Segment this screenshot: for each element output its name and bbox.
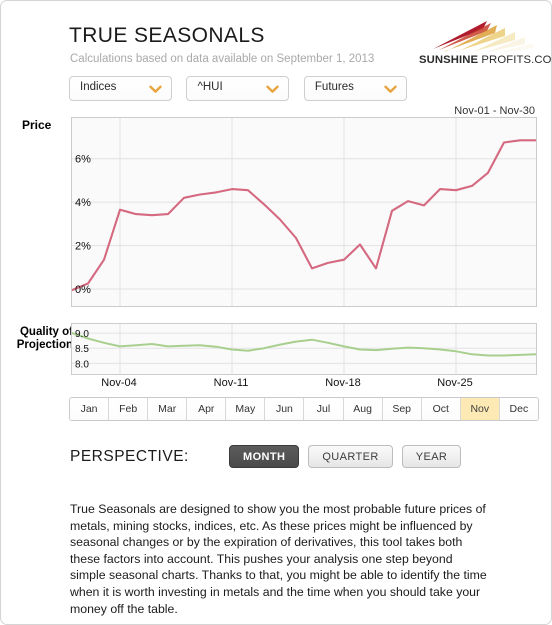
chevron-down-icon xyxy=(266,85,280,93)
month-item-mar[interactable]: Mar xyxy=(148,398,188,420)
month-item-dec[interactable]: Dec xyxy=(499,398,538,420)
price-series-line xyxy=(72,139,536,292)
filter-row: Indices ^HUI Futures xyxy=(69,76,417,101)
month-selector[interactable]: Jan Feb Mar Apr May Jun Jul Aug Sep Oct Nov Dec xyxy=(69,397,539,421)
quality-axis-title-line1: Quality of xyxy=(19,326,73,338)
svg-text:8.5: 8.5 xyxy=(75,344,89,355)
quality-series-line xyxy=(72,332,536,357)
price-chart: 0% 2% 4% 6% xyxy=(71,117,537,307)
svg-text:0%: 0% xyxy=(75,284,91,296)
quality-axis-title-line2: Projection xyxy=(16,339,73,351)
month-item-jul[interactable]: Jul xyxy=(304,398,344,420)
x-tick-nov-11: Nov-11 xyxy=(213,377,249,389)
select-symbol-value: ^HUI xyxy=(197,81,223,93)
month-item-jun[interactable]: Jun xyxy=(265,398,305,420)
month-item-apr[interactable]: Apr xyxy=(187,398,227,420)
perspective-label: PERSPECTIVE: xyxy=(70,448,189,465)
select-symbol[interactable]: ^HUI xyxy=(186,76,290,101)
page-title: TRUE SEASONALS xyxy=(69,24,265,47)
page-subtitle: Calculations based on data available on … xyxy=(70,53,375,65)
quality-axis-title: Quality of Projection xyxy=(15,326,73,352)
month-item-may[interactable]: May xyxy=(226,398,266,420)
month-item-jan[interactable]: Jan xyxy=(70,398,110,420)
quality-gridlines xyxy=(72,332,536,364)
x-tick-nov-25: Nov-25 xyxy=(437,377,473,389)
quality-chart: 8.0 8.5 9.0 xyxy=(71,323,537,375)
quality-vgridlines xyxy=(119,324,457,374)
select-market-type[interactable]: Futures xyxy=(303,76,407,101)
x-tick-nov-04: Nov-04 xyxy=(101,377,137,389)
perspective-button-group: MONTH QUARTER YEAR xyxy=(229,445,470,468)
x-tick-nov-18: Nov-18 xyxy=(325,377,361,389)
logo-rays-icon xyxy=(428,21,533,54)
x-axis-tick-labels: Nov-04 Nov-11 Nov-18 Nov-25 xyxy=(71,377,537,391)
perspective-button-quarter[interactable]: QUARTER xyxy=(308,445,393,468)
sunshine-profits-logo: SUNSHINE PROFITS.COM xyxy=(419,19,551,67)
svg-text:6%: 6% xyxy=(75,154,91,166)
svg-text:9.0: 9.0 xyxy=(75,329,89,340)
perspective-button-year[interactable]: YEAR xyxy=(401,445,462,468)
month-item-sep[interactable]: Sep xyxy=(382,398,422,420)
true-seasonals-widget: TRUE SEASONALS Calculations based on dat… xyxy=(0,0,552,625)
chevron-down-icon xyxy=(149,85,162,93)
svg-text:2%: 2% xyxy=(75,241,91,253)
price-chart-svg: 0% 2% 4% 6% xyxy=(72,118,536,306)
svg-text:8.0: 8.0 xyxy=(75,359,89,370)
price-axis-title: Price xyxy=(22,118,52,132)
logo-bold-text: SUNSHINE xyxy=(419,54,479,66)
price-gridlines xyxy=(72,158,536,290)
quality-ytick-labels: 8.0 8.5 9.0 xyxy=(75,329,89,370)
quality-chart-svg: 8.0 8.5 9.0 xyxy=(72,324,536,374)
select-asset-class-value: Indices xyxy=(80,81,117,93)
logo-wordmark: SUNSHINE PROFITS.COM xyxy=(419,54,552,66)
select-market-type-value: Futures xyxy=(314,81,354,93)
month-item-aug[interactable]: Aug xyxy=(343,398,383,420)
description-text: True Seasonals are designed to show you … xyxy=(70,502,487,616)
price-ytick-labels: 0% 2% 4% 6% xyxy=(75,154,91,296)
chevron-down-icon xyxy=(384,85,397,93)
perspective-button-month[interactable]: MONTH xyxy=(229,445,300,468)
month-item-nov[interactable]: Nov xyxy=(460,398,500,420)
svg-text:4%: 4% xyxy=(75,197,91,209)
logo-rest-text: PROFITS.COM xyxy=(481,54,552,66)
month-item-oct[interactable]: Oct xyxy=(421,398,461,420)
select-asset-class[interactable]: Indices xyxy=(69,76,172,101)
month-item-feb[interactable]: Feb xyxy=(109,398,149,420)
date-range-label: Nov-01 - Nov-30 xyxy=(454,105,535,117)
